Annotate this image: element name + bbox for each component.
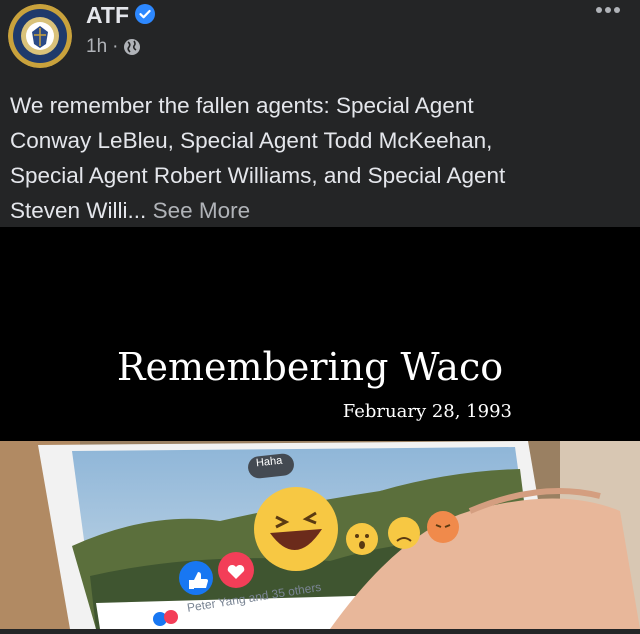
banner-title: Remembering Waco — [116, 345, 504, 389]
post-time[interactable]: 1h — [86, 36, 107, 58]
globe-icon — [124, 39, 141, 55]
verified-badge-icon — [135, 4, 155, 24]
banner-date: February 28, 1993 — [342, 401, 512, 422]
phone-reaction-photo[interactable]: Haha Peter Yang and 35 others — [0, 441, 640, 629]
post-meta: 1h · — [86, 36, 141, 58]
post-text-line: Steven Willi... See More — [10, 193, 620, 228]
post-text-line: Conway LeBleu, Special Agent Todd McKeeh… — [10, 128, 493, 153]
remembering-banner[interactable]: Remembering Waco February 28, 1993 — [0, 227, 640, 441]
meta-separator: · — [112, 36, 119, 57]
post-text-line: Special Agent Robert Williams, and Speci… — [10, 163, 506, 188]
post-header: ATF 1h · — [0, 0, 640, 80]
post-text-truncated: Steven Willi... — [10, 198, 147, 223]
see-more-link[interactable]: See More — [153, 198, 251, 223]
post-text-line: We remember the fallen agents: Special A… — [10, 93, 474, 118]
post-text: We remember the fallen agents: Special A… — [10, 88, 620, 228]
page-name[interactable]: ATF — [86, 2, 129, 29]
atf-seal-avatar[interactable] — [8, 4, 72, 68]
more-options-icon[interactable] — [594, 2, 622, 18]
